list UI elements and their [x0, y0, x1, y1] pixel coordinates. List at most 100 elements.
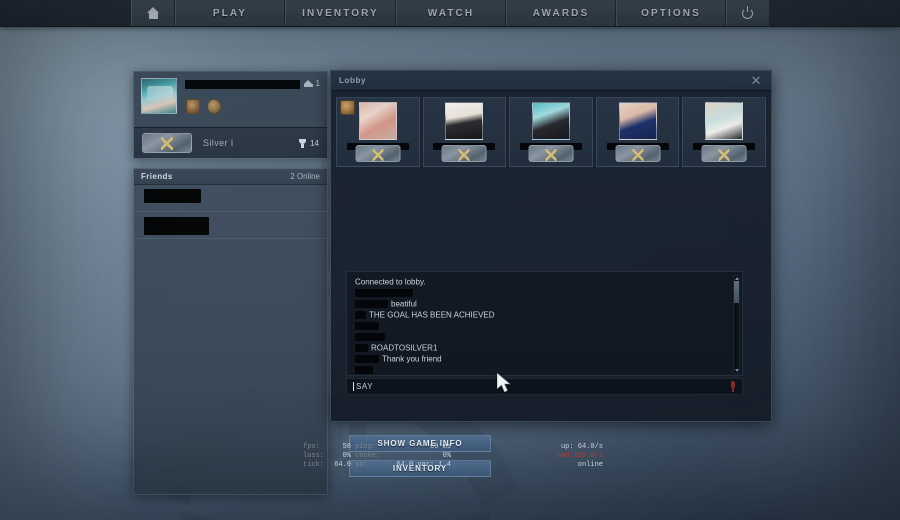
lobby-chat-log[interactable]: Connected to lobby. beatiful THE GOAL HAS …	[346, 271, 743, 376]
player-profile-card[interactable]: 1 Silver I 14	[133, 71, 328, 159]
avatar	[705, 102, 744, 140]
chat-line: THE GOAL HAS BEEN ACHIEVED	[355, 309, 734, 320]
nav-left-spacer	[0, 0, 131, 26]
netgraph-row: online	[546, 461, 603, 470]
lobby-player-slots	[331, 91, 771, 167]
netgraph-left-column: fps: 58 loss: 0% tick: 64.0	[303, 443, 351, 470]
rank-chevron-icon	[528, 145, 574, 162]
rank-chevron-icon	[441, 145, 487, 162]
say-placeholder: SAY	[356, 382, 374, 391]
profile-level-badge: 1	[303, 79, 320, 88]
nav-label-awards: AWARDS	[532, 7, 590, 19]
netgraph-value: 64.0 var: 1.4	[396, 461, 451, 469]
lobby-title: Lobby	[339, 76, 366, 85]
netgraph-row: loss: 0%	[303, 452, 351, 461]
netgraph-right-column: up: 64.0/s cmd:128.0/s online	[546, 443, 603, 470]
rank-chevron-icon	[355, 145, 401, 162]
nav-home-button[interactable]	[131, 0, 175, 26]
lobby-slot[interactable]	[682, 97, 766, 167]
netgraph-row: choke: 0%	[355, 452, 451, 461]
nav-item-watch[interactable]: WATCH	[396, 0, 506, 26]
avatar	[445, 102, 484, 140]
chat-text: Connected to lobby.	[355, 277, 426, 287]
power-icon	[742, 6, 754, 19]
friends-title: Friends	[141, 172, 173, 181]
chat-line	[355, 320, 734, 331]
friends-header: Friends 2 Online	[134, 169, 327, 185]
chat-name-redacted	[355, 365, 373, 374]
chat-line: Thank you friend	[355, 353, 734, 364]
nav-item-inventory[interactable]: INVENTORY	[285, 0, 396, 26]
netgraph-value: up: 64.0/s	[560, 443, 603, 451]
friend-list-item[interactable]	[134, 185, 327, 212]
home-icon	[146, 7, 160, 19]
chat-scrollbar[interactable]	[733, 275, 740, 374]
netgraph-key: tick:	[303, 461, 325, 469]
chat-name-redacted	[355, 343, 368, 352]
nav-right-spacer	[770, 0, 900, 26]
microphone-icon[interactable]	[730, 381, 736, 392]
lobby-slot[interactable]	[509, 97, 593, 167]
crown-icon	[303, 80, 313, 87]
netgraph-value: 64.0	[334, 461, 351, 469]
friend-list-item[interactable]	[134, 212, 327, 239]
friends-panel: Friends 2 Online	[133, 168, 328, 495]
rank-chevron-icon	[142, 133, 192, 153]
chat-text: beatiful	[391, 299, 417, 309]
friend-name-redacted	[144, 189, 201, 203]
netgraph-key: loss:	[303, 452, 325, 460]
scrollbar-thumb[interactable]	[734, 281, 739, 303]
chat-text: THE GOAL HAS BEEN ACHIEVED	[369, 310, 495, 320]
netgraph-row: ping: 69 ms	[355, 443, 451, 452]
trophy-count: 14	[310, 138, 319, 148]
netgraph-value: 69 ms	[429, 443, 451, 451]
netgraph-value: 58	[342, 443, 351, 451]
friend-name-redacted	[144, 217, 209, 235]
lobby-slot[interactable]	[336, 97, 420, 167]
profile-medals	[186, 99, 221, 114]
close-icon[interactable]: ✕	[749, 74, 763, 87]
chat-say-input[interactable]: SAY	[346, 378, 743, 395]
netgraph-mid-column: ping: 69 ms choke: 0% sv: 64.0 var: 1.4	[355, 443, 451, 470]
lobby-title-bar: Lobby ✕	[331, 71, 771, 91]
chat-lines-container: Connected to lobby. beatiful THE GOAL HAS …	[347, 272, 742, 375]
netgraph-row: tick: 64.0	[303, 461, 351, 470]
chat-line	[355, 364, 734, 375]
top-navigation-bar: PLAY INVENTORY WATCH AWARDS OPTIONS	[0, 0, 900, 27]
netgraph-value: cmd:128.0/s	[556, 452, 603, 460]
nav-label-options: OPTIONS	[641, 7, 701, 19]
rank-chevron-icon	[701, 145, 747, 162]
text-caret	[353, 382, 354, 391]
netgraph-row: cmd:128.0/s	[546, 452, 603, 461]
netgraph-key: fps:	[303, 443, 320, 451]
netgraph-row: sv: 64.0 var: 1.4	[355, 461, 451, 470]
chat-name-redacted	[355, 354, 379, 363]
netgraph-value: 0%	[442, 452, 451, 460]
nav-item-play[interactable]: PLAY	[175, 0, 285, 26]
netgraph-row: fps: 58	[303, 443, 351, 452]
lobby-slot[interactable]	[595, 97, 680, 167]
profile-top-section: 1	[134, 72, 327, 127]
nav-label-inventory: INVENTORY	[302, 7, 379, 19]
medal-bronze-coin-icon[interactable]	[207, 99, 221, 114]
chat-name-redacted	[355, 299, 388, 308]
scroll-down-icon[interactable]	[735, 369, 739, 372]
netgraph-row: up: 64.0/s	[546, 443, 603, 452]
nav-item-options[interactable]: OPTIONS	[616, 0, 726, 26]
chat-name-redacted	[355, 332, 385, 341]
profile-trophy-group: 14	[298, 138, 319, 148]
avatar	[618, 102, 657, 140]
chat-name-redacted	[355, 310, 366, 319]
nav-item-awards[interactable]: AWARDS	[506, 0, 616, 26]
nav-quit-button[interactable]	[726, 0, 770, 26]
scroll-up-icon[interactable]	[735, 277, 739, 280]
medal-badge-icon	[340, 100, 355, 115]
chat-line	[355, 287, 734, 298]
lobby-slot[interactable]	[422, 97, 507, 167]
netgraph-key: choke:	[355, 452, 381, 460]
nav-label-play: PLAY	[212, 7, 248, 19]
avatar[interactable]	[141, 78, 177, 114]
profile-rank-row[interactable]: Silver I 14	[134, 127, 327, 158]
net-graph-overlay: fps: 58 loss: 0% tick: 64.0 ping: 69 ms choke: 0…	[303, 443, 603, 471]
medal-bronze-shield-icon[interactable]	[186, 99, 200, 114]
